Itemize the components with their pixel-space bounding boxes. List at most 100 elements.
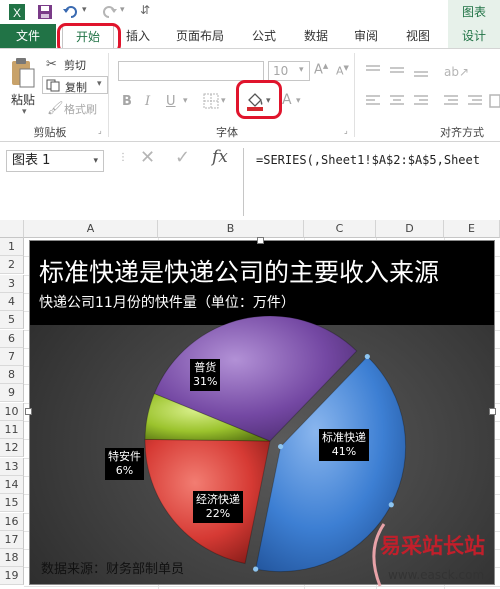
- chart-source-note: 数据来源：财务部制单员: [41, 562, 185, 577]
- bold-button[interactable]: B: [122, 94, 132, 109]
- column-header-a[interactable]: A: [24, 220, 158, 238]
- name-box-value: 图表 1: [12, 153, 51, 168]
- column-header-b[interactable]: B: [158, 220, 304, 238]
- scissors-icon[interactable]: ✂: [46, 57, 57, 72]
- chart-handle-right[interactable]: [489, 408, 496, 415]
- quick-access-toolbar: X ▾ ▾ ⇵ 图表: [0, 0, 500, 24]
- watermark-title: 易采站长站: [380, 533, 485, 558]
- row-header-19[interactable]: 19: [0, 567, 24, 586]
- formula-input[interactable]: =SERIES(,Sheet1!$A$2:$A$5,Sheet: [243, 148, 500, 216]
- save-icon[interactable]: [36, 3, 54, 21]
- paste-label[interactable]: 粘贴: [11, 91, 35, 108]
- underline-button[interactable]: U: [166, 94, 176, 109]
- paste-dropdown-icon[interactable]: ▾: [22, 107, 27, 117]
- borders-dropdown-icon[interactable]: ▾: [221, 96, 226, 106]
- site-watermark: 易采站长站 www.easck.com: [360, 520, 500, 589]
- font-name-select[interactable]: [118, 61, 264, 81]
- name-box-dropdown-icon: ▾: [93, 156, 98, 166]
- format-painter-button[interactable]: 格式刷: [64, 101, 97, 117]
- column-header-c[interactable]: C: [304, 220, 376, 238]
- copy-icon: [46, 79, 60, 92]
- row-header-10[interactable]: 10: [0, 402, 24, 421]
- column-header-d[interactable]: D: [376, 220, 444, 238]
- row-header-9[interactable]: 9: [0, 384, 24, 403]
- copy-button[interactable]: 复制 ▾: [42, 76, 108, 94]
- row-header-12[interactable]: 12: [0, 439, 24, 458]
- cut-button[interactable]: 剪切: [64, 57, 86, 73]
- tab-data[interactable]: 数据: [296, 24, 336, 48]
- formula-bar-grip-icon: ⋮: [118, 152, 128, 163]
- chart-handle-left[interactable]: [25, 408, 32, 415]
- watermark-url: www.easck.com: [388, 568, 485, 582]
- formula-bar: 图表 1 ▾ ⋮ ✕ ✓ fx =SERIES(,Sheet1!$A$2:$A$…: [0, 142, 500, 220]
- insert-function-icon[interactable]: fx: [212, 147, 228, 167]
- vertical-align-icons[interactable]: ab↗: [364, 63, 484, 79]
- clipboard-launcher-icon[interactable]: ⌟: [98, 126, 102, 135]
- chart-handle-top[interactable]: [257, 237, 264, 244]
- tab-view[interactable]: 视图: [398, 24, 438, 48]
- row-header-4[interactable]: 4: [0, 292, 24, 311]
- column-header-e[interactable]: E: [444, 220, 500, 238]
- paste-icon[interactable]: [10, 57, 36, 89]
- borders-icon[interactable]: [203, 93, 219, 109]
- slice-selection-point[interactable]: [253, 566, 259, 572]
- name-box[interactable]: 图表 1 ▾: [6, 150, 104, 172]
- alignment-group-label: 对齐方式: [440, 126, 484, 139]
- row-header-13[interactable]: 13: [0, 457, 24, 476]
- redo-icon[interactable]: [100, 3, 118, 21]
- slice-selection-point[interactable]: [388, 502, 394, 508]
- row-header-15[interactable]: 15: [0, 494, 24, 513]
- tab-insert[interactable]: 插入: [118, 24, 158, 48]
- tab-formulas[interactable]: 公式: [244, 24, 284, 48]
- row-header-6[interactable]: 6: [0, 329, 24, 348]
- tab-page-layout[interactable]: 页面布局: [170, 24, 230, 48]
- clipboard-group-label: 剪贴板: [33, 126, 67, 139]
- tab-file[interactable]: 文件: [0, 24, 56, 48]
- data-label-economy[interactable]: 经济快递 22%: [193, 491, 243, 523]
- row-header-1[interactable]: 1: [0, 238, 24, 256]
- row-header-16[interactable]: 16: [0, 512, 24, 531]
- excel-logo-icon: X: [9, 4, 25, 20]
- row-header-14[interactable]: 14: [0, 475, 24, 494]
- row-header-3[interactable]: 3: [0, 274, 24, 293]
- row-header-2[interactable]: 2: [0, 256, 24, 275]
- row-header-11[interactable]: 11: [0, 421, 24, 439]
- data-label-standard[interactable]: 标准快递 41%: [319, 429, 369, 461]
- data-label-special[interactable]: 特安件 6%: [105, 448, 144, 480]
- redo-dropdown-icon[interactable]: ▾: [120, 5, 125, 15]
- svg-text:ab↗: ab↗: [444, 65, 469, 79]
- svg-text:X: X: [13, 6, 21, 20]
- increase-font-icon[interactable]: A▲: [314, 62, 328, 77]
- row-header-18[interactable]: 18: [0, 549, 24, 568]
- font-size-select[interactable]: 10 ▾: [268, 61, 310, 81]
- font-launcher-icon[interactable]: ⌟: [344, 126, 348, 135]
- customize-qat-icon[interactable]: ⇵: [140, 3, 150, 17]
- select-all-corner[interactable]: [0, 220, 24, 238]
- enter-icon[interactable]: ✓: [175, 147, 190, 168]
- row-header-8[interactable]: 8: [0, 366, 24, 385]
- row-header-17[interactable]: 17: [0, 530, 24, 549]
- horizontal-align-icons[interactable]: [364, 93, 500, 109]
- slice-selection-point[interactable]: [278, 443, 284, 450]
- row-header-7[interactable]: 7: [0, 347, 24, 366]
- font-group-label: 字体: [216, 126, 238, 139]
- fill-color-highlight: [236, 80, 282, 119]
- italic-button[interactable]: I: [145, 94, 150, 109]
- chart-tools-context-title: 图表: [448, 0, 500, 24]
- font-color-icon[interactable]: A: [282, 92, 292, 108]
- format-painter-icon[interactable]: 🖌: [47, 101, 64, 116]
- undo-icon[interactable]: [62, 3, 80, 21]
- font-size-value: 10: [273, 64, 289, 78]
- font-size-dropdown-icon: ▾: [299, 65, 304, 75]
- decrease-font-icon[interactable]: A▼: [336, 64, 349, 78]
- slice-selection-point[interactable]: [364, 353, 370, 360]
- undo-dropdown-icon[interactable]: ▾: [82, 5, 87, 15]
- underline-dropdown-icon[interactable]: ▾: [183, 96, 188, 106]
- data-label-putong[interactable]: 普货 31%: [190, 359, 221, 391]
- font-color-dropdown-icon[interactable]: ▾: [296, 96, 301, 106]
- row-header-5[interactable]: 5: [0, 311, 24, 330]
- tab-review[interactable]: 审阅: [346, 24, 386, 48]
- tab-design[interactable]: 设计: [448, 24, 500, 48]
- copy-dropdown-icon: ▾: [97, 79, 102, 89]
- cancel-icon[interactable]: ✕: [140, 147, 155, 168]
